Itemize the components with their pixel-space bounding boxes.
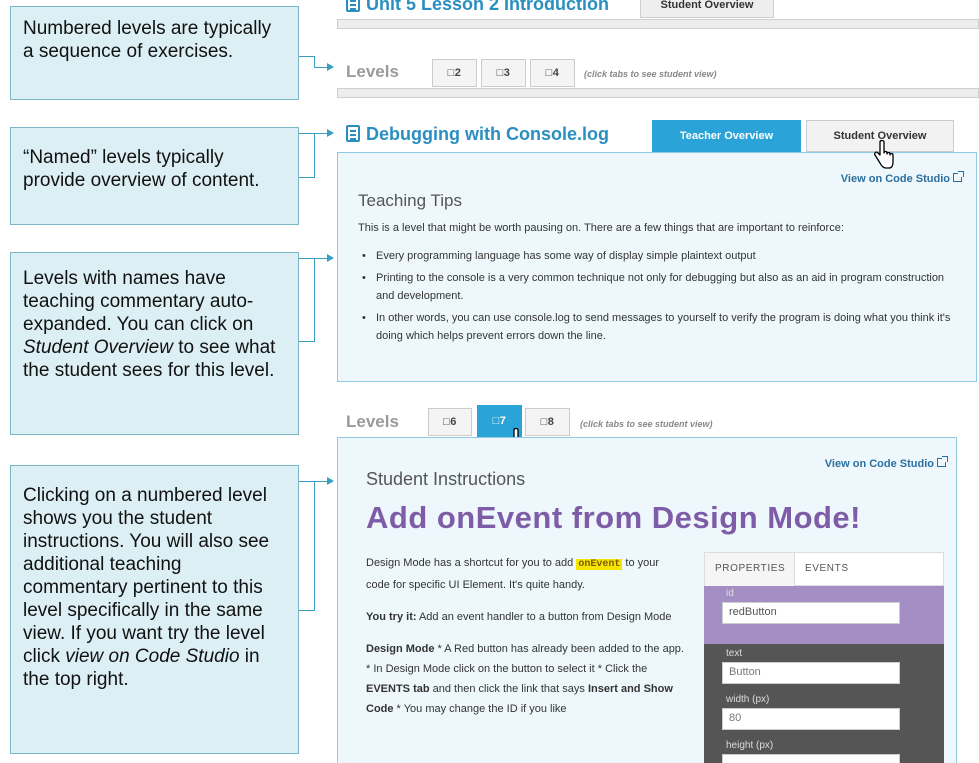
callout-text: Numbered levels are typically a sequence… [23, 18, 272, 62]
text: * You may change the ID if you like [393, 703, 567, 715]
connector-line [299, 133, 315, 178]
text: Add an event handler to a button from De… [416, 611, 672, 623]
connector-line [299, 56, 315, 68]
level-tab-prefix-icon: □ [540, 416, 548, 428]
level-tab-number: 3 [503, 67, 511, 79]
text: Design Mode has a shortcut for you to ad… [366, 557, 577, 569]
tab-label: Student Overview [660, 0, 754, 11]
lesson-title[interactable]: Unit 5 Lesson 2 Introduction [346, 0, 609, 15]
teaching-tips-intro: This is a level that might be worth paus… [358, 222, 844, 234]
tab-teacher-overview[interactable]: Teacher Overview [652, 120, 801, 152]
callout-text: Levels with names have teaching commenta… [23, 268, 254, 335]
levels-bar [337, 88, 979, 98]
level-tab-prefix-icon: □ [496, 67, 504, 79]
list-item: In other words, you can use console.log … [358, 309, 958, 345]
tab-student-overview-top[interactable]: Student Overview [640, 0, 774, 18]
teaching-tips-panel: View on Code Studio Teaching Tips This i… [337, 152, 977, 382]
code-highlight: onEvent [576, 559, 623, 570]
level-tab-prefix-icon: □ [447, 67, 455, 79]
design-mode-properties-panel: PROPERTIES EVENTS id redButton text Butt… [704, 552, 944, 763]
bold-text: EVENTS tab [366, 683, 430, 695]
arrow-icon [327, 129, 334, 137]
text-input[interactable]: Button [722, 662, 900, 684]
tab-events[interactable]: EVENTS [805, 563, 849, 574]
level-tab-number: 4 [552, 67, 560, 79]
connector-line [299, 481, 315, 611]
bold-text: You try it: [366, 611, 417, 623]
student-instructions-heading: Student Instructions [366, 469, 526, 489]
level-tab-6[interactable]: □6 [428, 408, 472, 436]
level-tab-prefix-icon: □ [492, 415, 500, 427]
callout-emphasis: view on Code Studio [65, 646, 240, 667]
id-input[interactable]: redButton [722, 602, 900, 624]
arrow-icon [327, 254, 334, 262]
level-tab-number: 2 [454, 67, 462, 79]
student-instructions-panel: View on Code Studio Student Instructions… [337, 437, 957, 763]
level-hint: (click tabs to see student view) [580, 419, 713, 429]
callout-emphasis: Student Overview [23, 337, 173, 358]
teaching-tips-heading: Teaching Tips [358, 191, 462, 210]
connector-line [299, 258, 315, 342]
arrow-icon [327, 477, 334, 485]
callout-text: “Named” levels typically provide overvie… [23, 147, 260, 191]
view-on-code-studio-link[interactable]: View on Code Studio [824, 456, 948, 470]
arrow-icon [327, 63, 334, 71]
document-icon [346, 125, 360, 142]
width-input[interactable]: 80 [722, 708, 900, 730]
callout-numbered-levels: Numbered levels are typically a sequence… [10, 6, 299, 100]
level-tab-number: 7 [499, 415, 507, 427]
callout-teaching-commentary: Levels with names have teaching commenta… [10, 252, 299, 435]
width-label: width (px) [726, 694, 770, 705]
text-label: text [726, 648, 743, 659]
callout-text: Clicking on a numbered level shows you t… [23, 485, 270, 667]
level-tab-prefix-icon: □ [545, 67, 553, 79]
level-tab-8[interactable]: □8 [525, 408, 570, 436]
link-text: View on Code Studio [824, 458, 934, 470]
list-item: Printing to the console is a very common… [358, 269, 958, 305]
height-input[interactable] [722, 754, 900, 763]
text: and then click the link that says [429, 683, 588, 695]
paragraph: Design Mode has a shortcut for you to ad… [366, 553, 684, 595]
teaching-tips-list: Every programming language has some way … [358, 247, 958, 349]
height-label: height (px) [726, 740, 774, 751]
level-hint: (click tabs to see student view) [584, 69, 717, 79]
levels-label: Levels [346, 62, 399, 81]
tab-label: Teacher Overview [679, 130, 774, 142]
levels-label: Levels [346, 412, 399, 431]
instructions-body: Design Mode has a shortcut for you to ad… [366, 553, 684, 731]
level-tab-4[interactable]: □4 [530, 59, 575, 87]
external-link-icon [953, 171, 964, 182]
level-tab-number: 8 [547, 416, 555, 428]
id-label: id [726, 588, 734, 599]
named-level-title[interactable]: Debugging with Console.log [346, 124, 609, 145]
named-level-title-text: Debugging with Console.log [366, 124, 609, 144]
properties-tabs: PROPERTIES EVENTS [704, 552, 944, 586]
paragraph: You try it: Add an event handler to a bu… [366, 607, 684, 627]
bold-text: Design Mode [366, 643, 435, 655]
level-tab-3[interactable]: □3 [481, 59, 526, 87]
instructions-title: Add onEvent from Design Mode! [366, 500, 861, 535]
level-tab-number: 6 [450, 416, 457, 428]
paragraph: Design Mode * A Red button has already b… [366, 639, 684, 719]
callout-student-instructions: Clicking on a numbered level shows you t… [10, 465, 299, 754]
list-item: Every programming language has some way … [358, 247, 958, 265]
external-link-icon [937, 456, 948, 467]
lesson-bar [337, 19, 979, 29]
callout-named-levels: “Named” levels typically provide overvie… [10, 127, 299, 225]
lesson-title-text: Unit 5 Lesson 2 Introduction [366, 0, 610, 14]
link-text: View on Code Studio [840, 173, 950, 185]
hand-cursor-icon [874, 140, 894, 169]
tab-properties[interactable]: PROPERTIES [705, 553, 795, 586]
view-on-code-studio-link[interactable]: View on Code Studio [840, 171, 964, 185]
document-icon [346, 0, 360, 12]
level-tab-2[interactable]: □2 [432, 59, 477, 87]
